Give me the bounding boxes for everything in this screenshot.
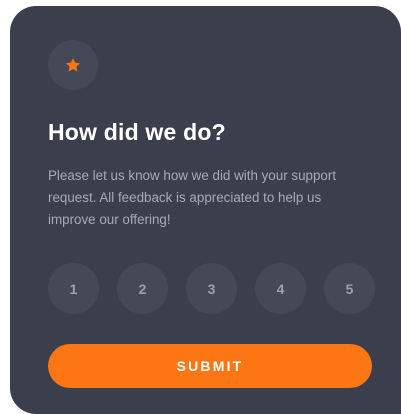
page-title: How did we do? — [48, 119, 226, 145]
rating-options: 1 2 3 4 5 — [48, 263, 375, 314]
rating-option-5[interactable]: 5 — [324, 263, 375, 314]
rating-option-2[interactable]: 2 — [117, 263, 168, 314]
rating-card: How did we do? Please let us know how we… — [10, 6, 401, 414]
rating-option-1[interactable]: 1 — [48, 263, 99, 314]
rating-option-4[interactable]: 4 — [255, 263, 306, 314]
star-badge — [48, 40, 98, 90]
submit-button[interactable]: SUBMIT — [48, 344, 372, 388]
description-text: Please let us know how we did with your … — [48, 168, 337, 227]
rating-option-3[interactable]: 3 — [186, 263, 237, 314]
star-icon — [65, 58, 81, 72]
